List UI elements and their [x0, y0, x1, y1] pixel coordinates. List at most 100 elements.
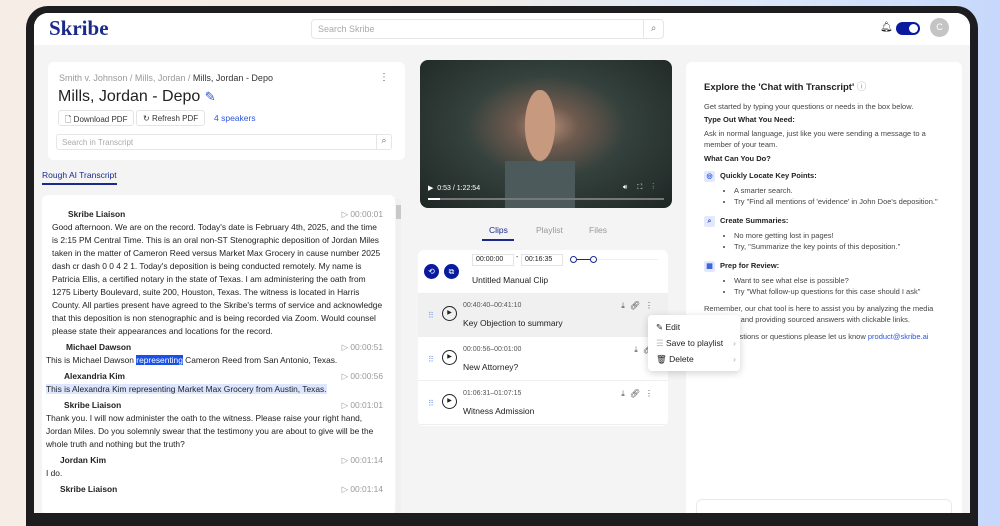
video-progress-bar[interactable] — [428, 198, 664, 200]
speaker-name: Skribe Liaison — [68, 209, 126, 219]
refresh-icon: ↻ — [143, 114, 150, 123]
breadcrumb: Smith v. Johnson / Mills, Jordan / Mills… — [59, 73, 273, 83]
more-vertical-icon[interactable]: ⋮ — [645, 389, 658, 398]
drag-handle-icon[interactable]: ⠿ — [428, 399, 434, 408]
utterance-text: This is Michael Dawson representing Came… — [46, 355, 338, 365]
fullscreen-icon[interactable]: ⛶ — [637, 184, 652, 191]
manual-clip-row: ⟲ ⧉ 00:00:00 - 00:16:35 Untitled Manual … — [418, 250, 668, 294]
drag-handle-icon[interactable]: ⠿ — [428, 355, 434, 364]
clip-row[interactable]: ⠿▶00:00:56–00:01:00New Attorney?⤓🔗︎ — [418, 338, 668, 381]
chat-title: Explore the 'Chat with Transcript' ⓘ — [704, 82, 867, 93]
transcript-entry: Skribe Liaison ▷ 00:01:14 — [60, 483, 383, 496]
menu-item-save-to-playlist[interactable]: ☰ Save to playlist › — [656, 338, 736, 349]
volume-icon[interactable]: 🔊︎ — [623, 184, 637, 191]
more-vertical-icon[interactable]: ⋮ — [652, 184, 664, 191]
search-icon[interactable]: ⌕ — [376, 135, 391, 149]
transcript-entry: Skribe Liaison ▷ 00:01:01 Thank you. I wi… — [46, 399, 383, 449]
clip-range-slider[interactable] — [570, 256, 658, 263]
playlist-icon: ☰ — [656, 338, 664, 348]
mode-toggle[interactable] — [896, 22, 920, 35]
chat-intro-panel: Explore the 'Chat with Transcript' ⓘ Get… — [686, 62, 962, 513]
link-icon[interactable]: 🔗︎ — [630, 389, 645, 398]
timestamp-link[interactable]: ▷ 00:01:01 — [342, 399, 383, 412]
transcript-scrollbar[interactable] — [396, 199, 401, 513]
edit-pencil-icon[interactable]: ✎ — [205, 89, 216, 104]
transcript-entry: Michael Dawson ▷ 00:00:51 This is Michael… — [46, 341, 383, 365]
breadcrumb-witness[interactable]: Mills, Jordan — [135, 73, 186, 83]
download-icon[interactable]: ⤓ — [621, 301, 630, 310]
selected-word[interactable]: representing — [136, 355, 183, 365]
timestamp-link[interactable]: ▷ 00:00:56 — [342, 370, 383, 383]
clips-panel: ⟲ ⧉ 00:00:00 - 00:16:35 Untitled Manual … — [418, 250, 668, 426]
top-bar: Skribe Search Skribe ⌕ 🔔︎ C — [34, 13, 970, 45]
tab-files[interactable]: Files — [589, 225, 607, 235]
tab-rough-ai-transcript[interactable]: Rough AI Transcript — [42, 170, 117, 180]
utterance-text: Good afternoon. We are on the record. To… — [52, 222, 383, 336]
copy-icon[interactable]: ⧉ — [444, 264, 459, 279]
transcript-entry: Alexandria Kim ▷ 00:00:56 This is Alexand… — [46, 370, 383, 394]
calendar-icon: ▦ — [704, 261, 715, 272]
transcript-search-input[interactable]: Search in Transcript ⌕ — [56, 134, 392, 150]
link-icon[interactable]: 🔗︎ — [630, 301, 645, 310]
pencil-icon: ✎ — [656, 322, 664, 332]
email-link[interactable]: product@skribe.ai — [868, 332, 929, 341]
speakers-link[interactable]: 4 speakers — [208, 110, 262, 126]
transcript-panel: Skribe Liaison ▷ 00:00:01 Good afternoon.… — [42, 195, 395, 513]
play-icon[interactable]: ▶ — [442, 306, 457, 321]
bell-icon[interactable]: 🔔︎ — [880, 22, 893, 33]
play-icon[interactable]: ▶ — [442, 350, 457, 365]
play-icon[interactable]: ▶ — [428, 185, 433, 192]
breadcrumb-case[interactable]: Smith v. Johnson — [59, 73, 127, 83]
transcript-entry: Jordan Kim ▷ 00:01:14 I do. — [46, 454, 383, 478]
avatar[interactable]: C — [930, 18, 949, 37]
tab-underline — [42, 183, 117, 185]
highlighted-utterance[interactable]: This is Alexandra Kim representing Marke… — [46, 384, 327, 394]
refresh-pdf-button[interactable]: ↻ Refresh PDF — [136, 110, 206, 126]
utterance-text: I do. — [46, 468, 63, 478]
menu-item-delete[interactable]: 🗑︎ Delete › — [656, 354, 736, 365]
skribe-logo[interactable]: Skribe — [49, 16, 109, 41]
tab-playlist[interactable]: Playlist — [536, 225, 563, 235]
chevron-right-icon: › — [733, 338, 736, 348]
manual-clip-name[interactable]: Untitled Manual Clip — [472, 275, 548, 285]
video-player[interactable]: ▶ 0:53 / 1:22:54 🔊︎⛶⋮ — [420, 60, 672, 208]
loop-icon[interactable]: ⟲ — [424, 264, 439, 279]
speaker-video-frame — [505, 90, 575, 208]
transcript-entry: Skribe Liaison ▷ 00:00:01 Good afternoon.… — [46, 208, 383, 338]
timestamp-link[interactable]: ▷ 00:01:14 — [342, 454, 383, 467]
more-vertical-icon[interactable]: ⋮ — [645, 301, 658, 310]
chevron-right-icon: › — [733, 354, 736, 364]
clip-row[interactable]: ⠿ ▶ 00:40:40–00:41:10 Key Objection to summ… — [418, 294, 668, 337]
file-icon: 🗋 — [65, 115, 72, 124]
play-icon[interactable]: ▶ — [442, 394, 457, 409]
app-screen: Skribe Search Skribe ⌕ 🔔︎ C Smith v. John… — [34, 13, 970, 513]
video-time: 0:53 / 1:22:54 — [437, 185, 481, 192]
tab-clips[interactable]: Clips — [489, 225, 508, 235]
document-header-card: Smith v. Johnson / Mills, Jordan / Mills… — [48, 62, 405, 160]
trash-icon: 🗑︎ — [656, 354, 667, 364]
video-controls: ▶ 0:53 / 1:22:54 — [428, 184, 480, 192]
timestamp-link[interactable]: ▷ 00:00:01 — [342, 208, 383, 221]
drag-handle-icon[interactable]: ⠿ — [428, 311, 434, 320]
clip-start-input[interactable]: 00:00:00 — [472, 254, 514, 266]
utterance-text: Thank you. I will now administer the oat… — [46, 413, 374, 449]
download-icon[interactable]: ⤓ — [621, 389, 630, 398]
more-vertical-icon[interactable]: ⋮ — [379, 72, 389, 83]
download-icon[interactable]: ⤓ — [634, 345, 643, 354]
timestamp-link[interactable]: ▷ 00:01:14 — [342, 483, 383, 496]
clip-context-menu: ✎ Edit ☰ Save to playlist › 🗑︎ Delete › — [648, 315, 740, 371]
summary-icon: ⌕ — [704, 216, 715, 227]
download-pdf-button[interactable]: 🗋 Download PDF — [58, 110, 135, 126]
global-search-input[interactable]: Search Skribe ⌕ — [311, 19, 664, 39]
breadcrumb-current: Mills, Jordan - Depo — [192, 73, 273, 83]
menu-item-edit[interactable]: ✎ Edit — [656, 322, 736, 333]
chat-input[interactable] — [696, 499, 952, 513]
target-icon: ◎ — [704, 171, 715, 182]
page-title: Mills, Jordan - Depo ✎ — [58, 88, 216, 105]
clip-end-input[interactable]: 00:16:35 — [521, 254, 563, 266]
tab-underline — [482, 239, 514, 241]
info-icon[interactable]: ⓘ — [857, 82, 867, 93]
clip-row[interactable]: ⠿ ▶ 01:06:31–01:07:15 Witness Admission ⤓🔗︎⋮ — [418, 382, 668, 425]
search-icon[interactable]: ⌕ — [643, 20, 663, 38]
timestamp-link[interactable]: ▷ 00:00:51 — [342, 341, 383, 354]
